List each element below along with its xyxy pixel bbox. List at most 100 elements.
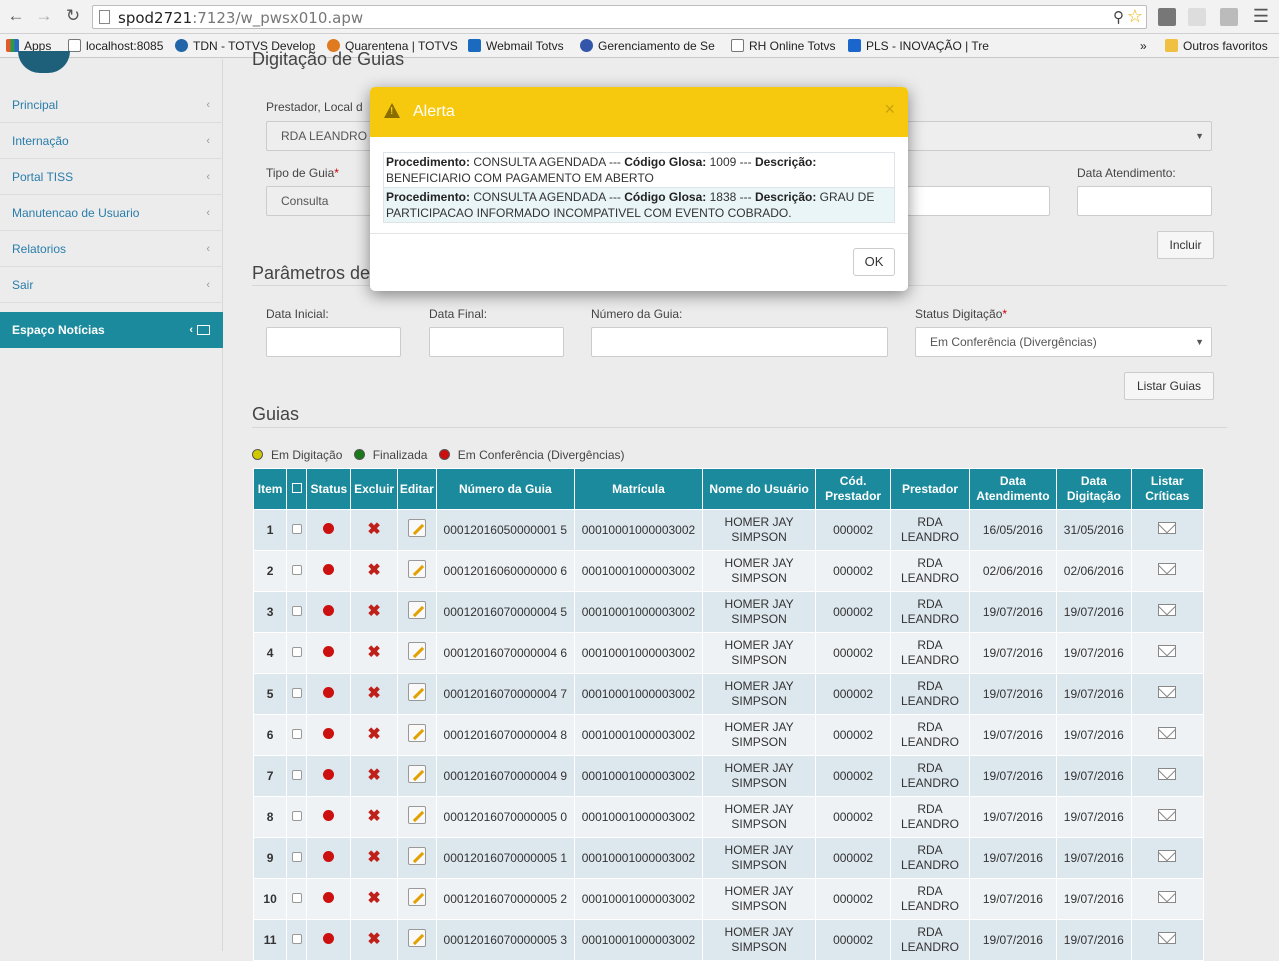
cell-listar-criticas[interactable] <box>1130 878 1205 920</box>
listar-guias-button[interactable]: Listar Guias <box>1124 372 1214 400</box>
cell-listar-criticas[interactable] <box>1130 509 1205 551</box>
checkbox-icon[interactable] <box>291 605 302 616</box>
cell-editar[interactable] <box>396 837 437 879</box>
back-icon[interactable]: ← <box>6 6 26 26</box>
data-final-input[interactable] <box>429 327 564 357</box>
cell-excluir[interactable]: ✖ <box>350 755 398 797</box>
cell-select[interactable] <box>286 755 308 797</box>
field-hidden-behind-modal[interactable] <box>907 186 1050 216</box>
cell-listar-criticas[interactable] <box>1130 673 1205 715</box>
envelope-icon[interactable] <box>1158 891 1177 903</box>
checkbox-icon[interactable] <box>291 892 302 903</box>
bookmark-gerenciamento[interactable]: Gerenciamento de Se <box>580 38 715 54</box>
cell-excluir[interactable]: ✖ <box>350 550 398 592</box>
edit-pencil-icon[interactable] <box>407 560 426 578</box>
sidebar-item-sair[interactable]: Sair ‹ <box>0 267 223 303</box>
cell-select[interactable] <box>286 796 308 838</box>
delete-x-icon[interactable]: ✖ <box>367 890 380 906</box>
numero-guia-input[interactable] <box>591 327 888 357</box>
delete-x-icon[interactable]: ✖ <box>367 562 380 578</box>
bookmarks-more[interactable]: » <box>1140 38 1147 54</box>
envelope-icon[interactable] <box>1158 727 1177 739</box>
edit-pencil-icon[interactable] <box>407 642 426 660</box>
bookmark-localhost[interactable]: localhost:8085 <box>68 38 163 54</box>
cell-select[interactable] <box>286 919 308 961</box>
cell-select[interactable] <box>286 714 308 756</box>
edit-pencil-icon[interactable] <box>407 888 426 906</box>
cell-select[interactable] <box>286 878 308 920</box>
address-bar[interactable]: spod2721:7123/w_pwsx010.apw ⚲ ☆ <box>92 5 1147 29</box>
cell-editar[interactable] <box>396 755 437 797</box>
checkbox-icon[interactable] <box>291 523 302 534</box>
cell-editar[interactable] <box>396 509 437 551</box>
checkbox-icon[interactable] <box>291 851 302 862</box>
delete-x-icon[interactable]: ✖ <box>367 767 380 783</box>
extension-icon[interactable] <box>1158 8 1176 26</box>
cell-excluir[interactable]: ✖ <box>350 673 398 715</box>
bookmark-pls[interactable]: PLS - INOVAÇÃO | Tre <box>848 38 989 54</box>
bookmark-star-icon[interactable]: ☆ <box>1127 6 1143 27</box>
sidebar-item-relatorios[interactable]: Relatorios ‹ <box>0 231 223 267</box>
cell-select[interactable] <box>286 632 308 674</box>
checkbox-icon[interactable] <box>291 687 302 698</box>
cell-excluir[interactable]: ✖ <box>350 591 398 633</box>
data-atendimento-input[interactable] <box>1077 186 1212 216</box>
cell-listar-criticas[interactable] <box>1130 837 1205 879</box>
browser-menu-icon[interactable]: ☰ <box>1253 6 1269 27</box>
ok-button[interactable]: OK <box>853 248 895 276</box>
sidebar-item-internacao[interactable]: Internação ‹ <box>0 123 223 159</box>
delete-x-icon[interactable]: ✖ <box>367 685 380 701</box>
envelope-icon[interactable] <box>1158 768 1177 780</box>
extension-icon-3[interactable] <box>1220 8 1238 26</box>
envelope-icon[interactable] <box>1158 563 1177 575</box>
forward-icon[interactable]: → <box>34 6 54 26</box>
incluir-button[interactable]: Incluir <box>1157 231 1214 259</box>
url-text[interactable]: spod2721:7123/w_pwsx010.apw <box>118 9 363 27</box>
delete-x-icon[interactable]: ✖ <box>367 726 380 742</box>
envelope-icon[interactable] <box>1158 604 1177 616</box>
bookmark-rh[interactable]: RH Online Totvs <box>731 38 835 54</box>
cell-excluir[interactable]: ✖ <box>350 837 398 879</box>
cell-select[interactable] <box>286 550 308 592</box>
cell-listar-criticas[interactable] <box>1130 796 1205 838</box>
cell-select[interactable] <box>286 591 308 633</box>
checkbox-icon[interactable] <box>291 482 302 493</box>
cell-editar[interactable] <box>396 919 437 961</box>
checkbox-icon[interactable] <box>291 564 302 575</box>
cell-editar[interactable] <box>396 550 437 592</box>
edit-pencil-icon[interactable] <box>407 847 426 865</box>
delete-x-icon[interactable]: ✖ <box>367 808 380 824</box>
envelope-icon[interactable] <box>1158 850 1177 862</box>
edit-pencil-icon[interactable] <box>407 724 426 742</box>
checkbox-icon[interactable] <box>291 728 302 739</box>
delete-x-icon[interactable]: ✖ <box>367 521 380 537</box>
cell-excluir[interactable]: ✖ <box>350 509 398 551</box>
delete-x-icon[interactable]: ✖ <box>367 603 380 619</box>
sidebar-item-principal[interactable]: Principal ‹ <box>0 87 223 123</box>
zoom-icon[interactable]: ⚲ <box>1113 8 1124 26</box>
envelope-icon[interactable] <box>1158 522 1177 534</box>
cell-excluir[interactable]: ✖ <box>350 878 398 920</box>
edit-pencil-icon[interactable] <box>407 765 426 783</box>
reload-icon[interactable]: ↻ <box>63 6 83 26</box>
sidebar-item-portal-tiss[interactable]: Portal TISS ‹ <box>0 159 223 195</box>
cell-editar[interactable] <box>396 673 437 715</box>
edit-pencil-icon[interactable] <box>407 806 426 824</box>
envelope-icon[interactable] <box>1158 809 1177 821</box>
checkbox-icon[interactable] <box>291 646 302 657</box>
cell-listar-criticas[interactable] <box>1130 550 1205 592</box>
cell-select[interactable] <box>286 837 308 879</box>
sidebar-news[interactable]: Espaço Notícias ‹ <box>0 312 223 348</box>
cell-listar-criticas[interactable] <box>1130 755 1205 797</box>
bookmark-other[interactable]: Outros favoritos <box>1165 38 1268 54</box>
edit-pencil-icon[interactable] <box>407 683 426 701</box>
checkbox-icon[interactable] <box>291 810 302 821</box>
delete-x-icon[interactable]: ✖ <box>367 644 380 660</box>
delete-x-icon[interactable]: ✖ <box>367 849 380 865</box>
cell-listar-criticas[interactable] <box>1130 714 1205 756</box>
cell-excluir[interactable]: ✖ <box>350 632 398 674</box>
envelope-icon[interactable] <box>1158 645 1177 657</box>
cell-listar-criticas[interactable] <box>1130 591 1205 633</box>
bookmark-webmail[interactable]: Webmail Totvs <box>468 38 564 54</box>
cell-editar[interactable] <box>396 591 437 633</box>
